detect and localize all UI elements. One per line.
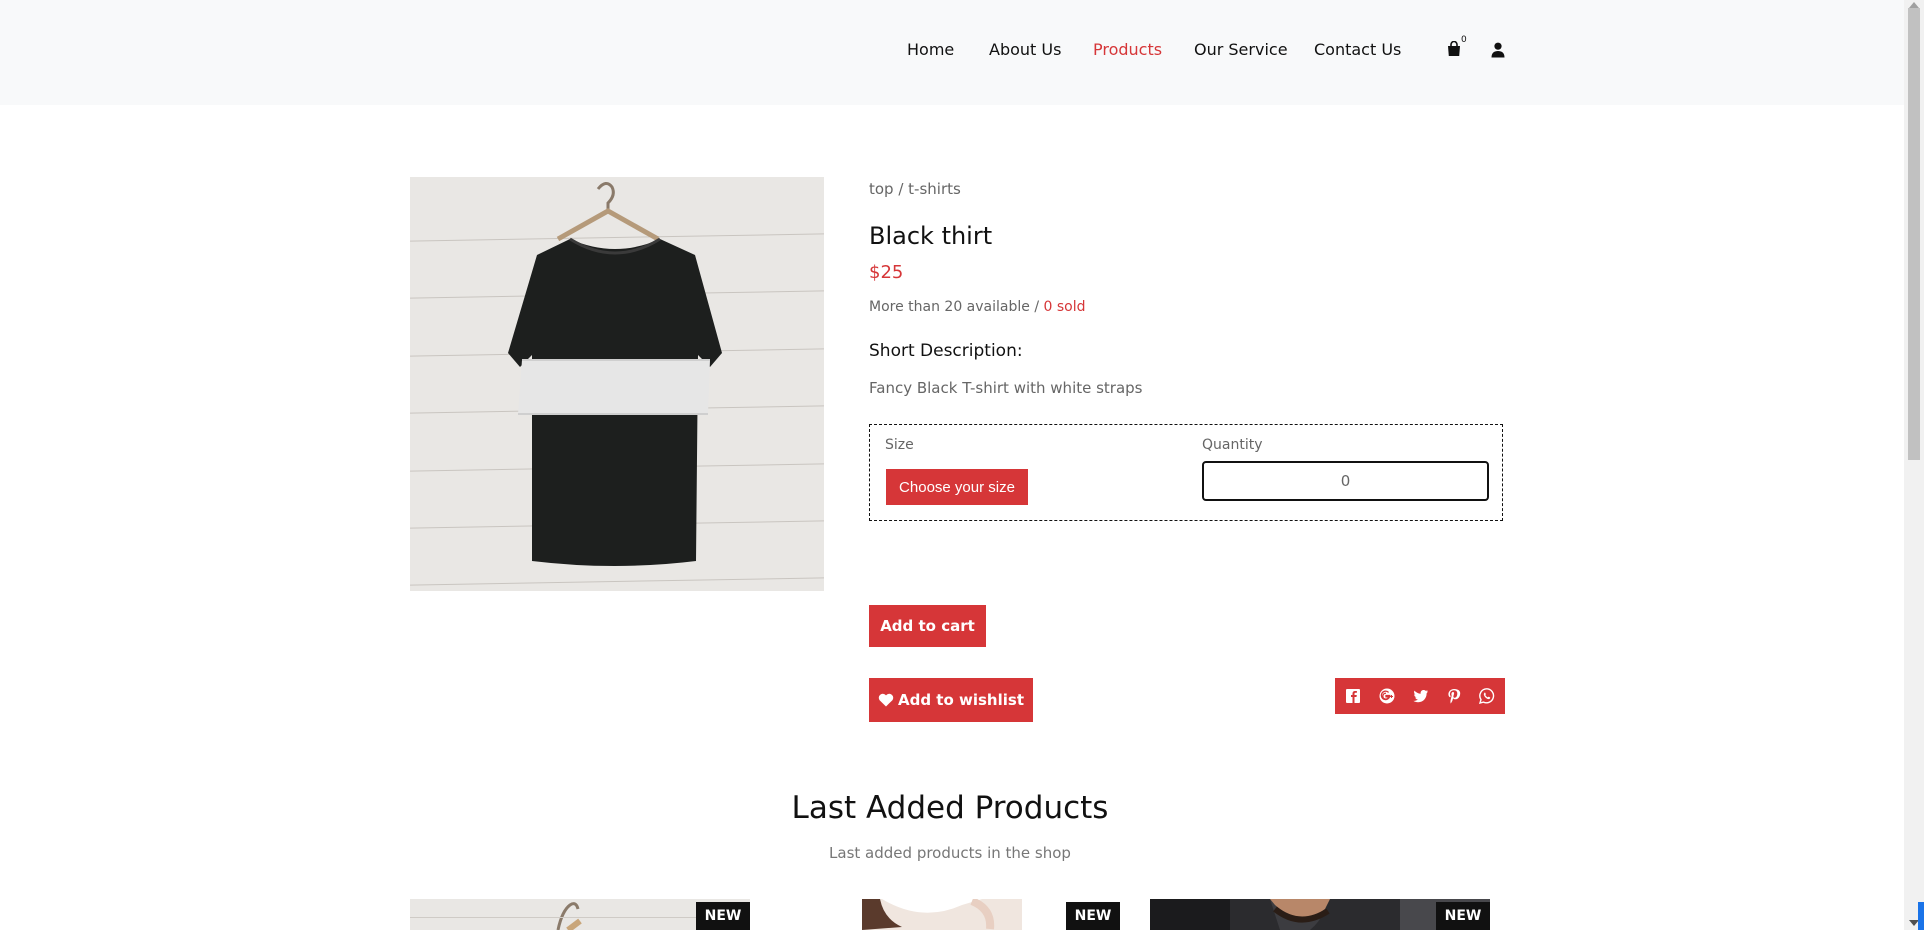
- nav-our-service[interactable]: Our Service: [1194, 40, 1288, 59]
- section-title: Last Added Products: [791, 790, 1109, 826]
- add-to-wishlist-button[interactable]: Add to wishlist: [869, 678, 1033, 722]
- pinterest-icon[interactable]: [1445, 687, 1463, 705]
- heart-icon: [878, 693, 894, 707]
- sold-count: 0 sold: [1043, 299, 1086, 315]
- site-header: Home About Us Products Our Service Conta…: [0, 0, 1904, 105]
- description-text: Fancy Black T-shirt with white straps: [869, 379, 1143, 397]
- cart-count-badge: 0: [1461, 35, 1467, 45]
- main-nav: Home About Us Products Our Service Conta…: [0, 0, 1904, 105]
- breadcrumb: top / t-shirts: [869, 180, 961, 198]
- google-plus-icon[interactable]: [1378, 687, 1396, 705]
- facebook-icon[interactable]: [1344, 687, 1362, 705]
- quantity-input[interactable]: [1202, 461, 1489, 501]
- whatsapp-icon[interactable]: [1478, 687, 1496, 705]
- add-to-cart-label: Add to cart: [880, 617, 975, 635]
- product-title: Black thirt: [869, 222, 993, 250]
- product-image: [410, 177, 824, 591]
- twitter-icon[interactable]: [1412, 687, 1430, 705]
- product-price: $25: [869, 262, 904, 283]
- choose-size-button[interactable]: Choose your size: [886, 469, 1028, 505]
- nav-contact[interactable]: Contact Us: [1314, 40, 1401, 59]
- new-badge: NEW: [696, 902, 750, 930]
- product-options-box: Size Choose your size Quantity: [869, 424, 1503, 521]
- nav-home[interactable]: Home: [907, 40, 954, 59]
- new-badge: NEW: [1436, 902, 1490, 930]
- availability-text: More than 20 available /: [869, 299, 1040, 315]
- description-heading: Short Description:: [869, 341, 1023, 361]
- shopping-bag-icon[interactable]: [1447, 40, 1461, 61]
- section-subtitle: Last added products in the shop: [829, 844, 1071, 862]
- add-to-cart-button[interactable]: Add to cart: [869, 605, 986, 647]
- scroll-thumb[interactable]: [1908, 8, 1920, 460]
- scroll-indicator: [1918, 902, 1924, 930]
- nav-about[interactable]: About Us: [989, 40, 1061, 59]
- size-label: Size: [885, 437, 914, 453]
- page-scrollbar[interactable]: [1904, 0, 1924, 930]
- share-bar: [1335, 678, 1505, 714]
- user-icon[interactable]: [1491, 42, 1505, 62]
- add-to-wishlist-label: Add to wishlist: [898, 691, 1024, 709]
- nav-products[interactable]: Products: [1093, 40, 1162, 59]
- quantity-label: Quantity: [1202, 437, 1263, 453]
- new-badge: NEW: [1066, 902, 1120, 930]
- product-card-2[interactable]: [862, 899, 1022, 930]
- stock-info: More than 20 available / 0 sold: [869, 299, 1086, 315]
